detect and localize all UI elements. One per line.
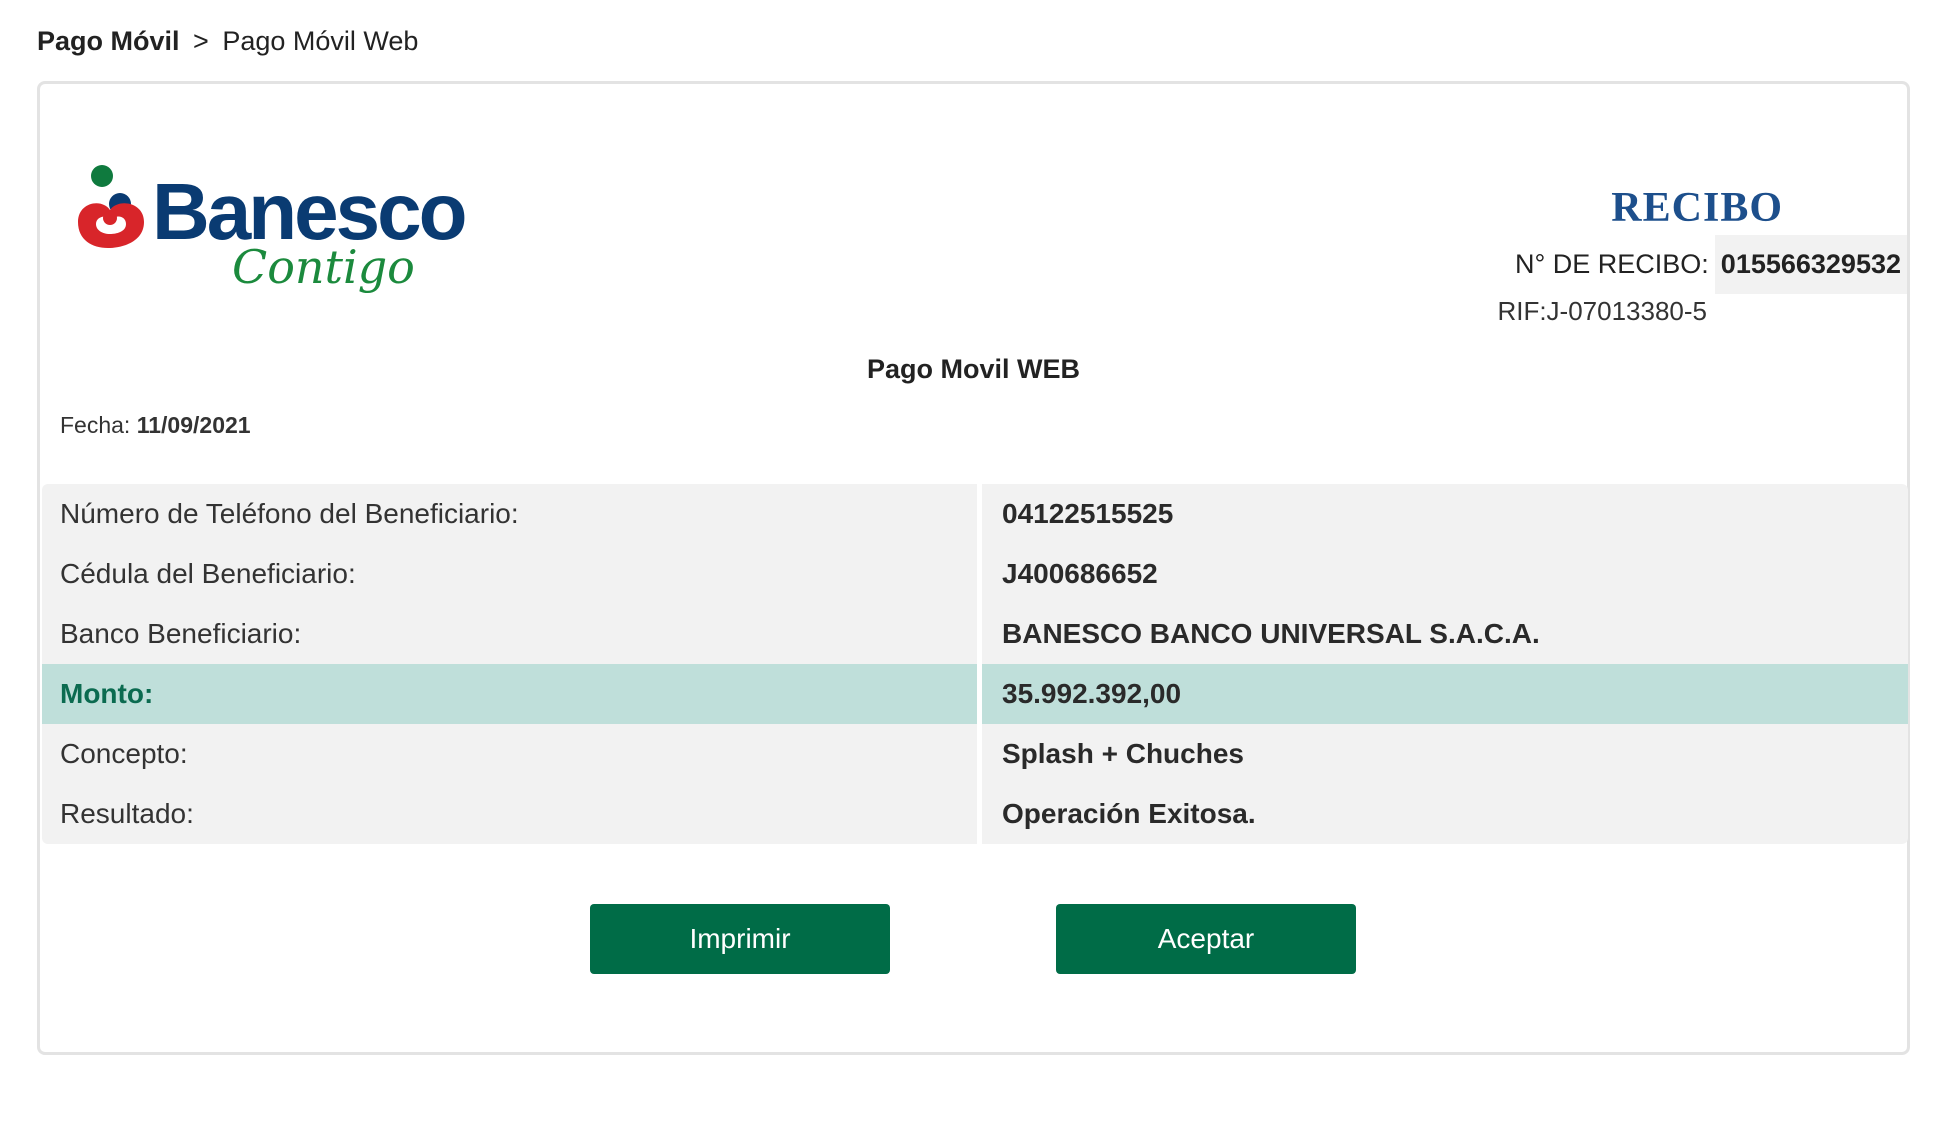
logo-tagline: Contigo [232, 240, 415, 294]
banesco-logo: Banesco Contigo [72, 162, 467, 322]
detail-row-concept: Concepto: Splash + Chuches [42, 724, 1908, 784]
detail-label: Resultado: [42, 784, 977, 844]
banesco-logo-mark-icon [78, 165, 144, 248]
rif-text: RIF:J-07013380-5 [1497, 296, 1707, 326]
print-button[interactable]: Imprimir [590, 904, 890, 974]
date: Fecha: 11/09/2021 [60, 412, 251, 439]
accept-button[interactable]: Aceptar [1056, 904, 1356, 974]
breadcrumb: Pago Móvil > Pago Móvil Web [37, 26, 418, 57]
detail-value: Operación Exitosa. [982, 784, 1908, 844]
breadcrumb-current: Pago Móvil Web [222, 26, 419, 56]
detail-label: Concepto: [42, 724, 977, 784]
receipt-number: N° DE RECIBO: 015566329532 [1515, 234, 1907, 294]
detail-row-result: Resultado: Operación Exitosa. [42, 784, 1908, 844]
receipt-number-label: N° DE RECIBO: [1514, 248, 1709, 279]
detail-label: Monto: [42, 664, 977, 724]
detail-value: Splash + Chuches [982, 724, 1908, 784]
date-value: 11/09/2021 [136, 412, 251, 438]
detail-value: BANESCO BANCO UNIVERSAL S.A.C.A. [982, 604, 1908, 664]
detail-label: Cédula del Beneficiario: [42, 544, 977, 604]
detail-row-amount: Monto: 35.992.392,00 [42, 664, 1908, 724]
detail-row-id: Cédula del Beneficiario: J400686652 [42, 544, 1908, 604]
breadcrumb-separator: > [193, 26, 209, 56]
detail-label: Banco Beneficiario: [42, 604, 977, 664]
receipt-title: RECIBO [1611, 185, 1783, 231]
detail-value: J400686652 [982, 544, 1908, 604]
breadcrumb-root[interactable]: Pago Móvil [37, 26, 180, 56]
detail-value: 04122515525 [982, 484, 1908, 544]
receipt-details-table: Número de Teléfono del Beneficiario: 041… [42, 484, 1908, 844]
detail-label: Número de Teléfono del Beneficiario: [42, 484, 977, 544]
date-label: Fecha: [60, 412, 131, 438]
receipt-card: Banesco Contigo RECIBO N° DE RECIBO: 015… [37, 81, 1910, 1055]
operation-title: Pago Movil WEB [866, 354, 1080, 384]
page: Pago Móvil > Pago Móvil Web Banesco Cont… [0, 0, 1960, 1138]
receipt-number-value: 015566329532 [1714, 234, 1907, 294]
detail-row-bank: Banco Beneficiario: BANESCO BANCO UNIVER… [42, 604, 1908, 664]
detail-row-phone: Número de Teléfono del Beneficiario: 041… [42, 484, 1908, 544]
detail-value: 35.992.392,00 [982, 664, 1908, 724]
